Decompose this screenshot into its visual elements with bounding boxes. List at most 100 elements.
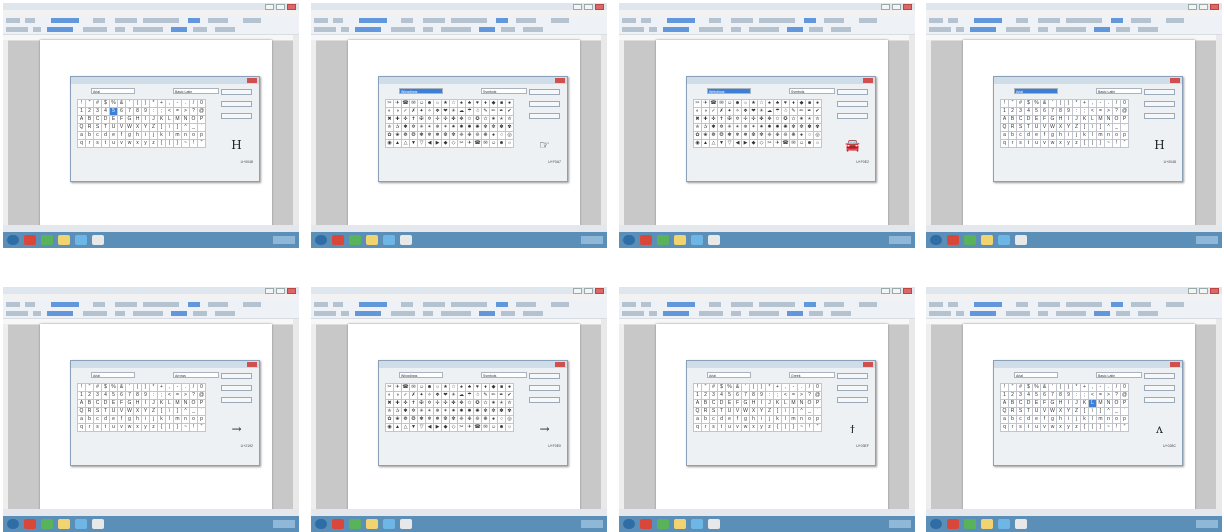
symbol-cell[interactable]: m xyxy=(1097,416,1105,424)
symbol-cell[interactable]: ♥ xyxy=(474,384,482,392)
symbol-cell[interactable]: F xyxy=(1041,116,1049,124)
symbol-cell[interactable]: ❋ xyxy=(482,416,490,424)
symbol-cell[interactable]: ★ xyxy=(750,100,758,108)
toolbar-button[interactable] xyxy=(709,18,721,23)
dialog-close-button[interactable] xyxy=(247,362,257,367)
toolbar-button[interactable] xyxy=(1066,302,1102,307)
symbol-cell[interactable]: ❃ xyxy=(726,132,734,140)
toolbar-button[interactable] xyxy=(1116,27,1130,32)
symbol-cell[interactable]: \ xyxy=(1089,124,1097,132)
symbol-cell[interactable]: M xyxy=(1097,400,1105,408)
symbol-cell[interactable]: V xyxy=(118,408,126,416)
symbol-cell[interactable]: ▼ xyxy=(410,140,418,148)
symbol-cell[interactable]: ✲ xyxy=(410,124,418,132)
symbol-cell[interactable]: C xyxy=(94,116,102,124)
symbol-cell[interactable]: 2 xyxy=(86,108,94,116)
symbol-cell[interactable]: ✷ xyxy=(758,124,766,132)
symbol-cell[interactable]: X xyxy=(1057,124,1065,132)
symbol-cell[interactable]: ❤ xyxy=(442,108,450,116)
symbol-cell[interactable]: ✺ xyxy=(474,124,482,132)
symbol-cell[interactable]: ) xyxy=(142,100,150,108)
toolbar-button[interactable] xyxy=(208,18,228,23)
font-select[interactable]: Wingdings xyxy=(399,88,443,94)
vertical-scrollbar[interactable] xyxy=(293,319,299,516)
symbol-cell[interactable]: f xyxy=(734,416,742,424)
symbol-cell[interactable]: $ xyxy=(718,384,726,392)
symbol-cell[interactable]: 7 xyxy=(742,392,750,400)
symbol-cell[interactable]: v xyxy=(118,140,126,148)
symbol-cell[interactable]: g xyxy=(126,416,134,424)
symbol-cell[interactable]: ✉ xyxy=(718,100,726,108)
symbol-cell[interactable]: ❊ xyxy=(474,416,482,424)
toolbar-button[interactable] xyxy=(1131,18,1151,23)
symbol-cell[interactable]: - xyxy=(174,100,182,108)
insert-button[interactable] xyxy=(529,89,560,95)
symbol-cell[interactable]: A xyxy=(1001,400,1009,408)
symbol-cell[interactable]: A xyxy=(1001,116,1009,124)
symbol-cell[interactable]: 5 xyxy=(726,392,734,400)
symbol-cell[interactable]: D xyxy=(102,400,110,408)
symbol-cell[interactable]: d xyxy=(718,416,726,424)
symbol-cell[interactable]: ! xyxy=(78,384,86,392)
symbol-cell[interactable]: | xyxy=(782,424,790,432)
app-icon[interactable] xyxy=(998,235,1010,245)
symbol-cell[interactable]: ☼ xyxy=(434,384,442,392)
symbol-cell[interactable]: A xyxy=(78,116,86,124)
symbol-cell[interactable]: 9 xyxy=(142,392,150,400)
symbol-cell[interactable]: ▼ xyxy=(410,424,418,432)
toolbar-button[interactable] xyxy=(423,302,445,307)
symbol-cell[interactable]: S xyxy=(94,408,102,416)
symbol-cell[interactable]: ! xyxy=(78,100,86,108)
symbol-cell[interactable]: @ xyxy=(198,108,206,116)
symbol-cell[interactable]: n xyxy=(798,416,806,424)
toolbar-button[interactable] xyxy=(1111,18,1123,23)
symbol-cell[interactable]: b xyxy=(702,416,710,424)
subset-select[interactable]: Greek xyxy=(789,372,835,378)
symbol-cell[interactable]: O xyxy=(806,400,814,408)
symbol-cell[interactable]: ✯ xyxy=(386,408,394,416)
symbol-cell[interactable]: G xyxy=(126,400,134,408)
symbol-cell[interactable]: ) xyxy=(758,384,766,392)
symbol-cell[interactable]: ) xyxy=(142,384,150,392)
toolbar-button[interactable] xyxy=(709,302,721,307)
toolbar-button[interactable] xyxy=(243,302,261,307)
symbol-cell[interactable]: o xyxy=(1113,132,1121,140)
toolbar-button[interactable] xyxy=(451,302,487,307)
symbol-cell[interactable]: r xyxy=(86,140,94,148)
symbol-cell[interactable]: ✉ xyxy=(410,100,418,108)
toolbar-button[interactable] xyxy=(956,311,964,316)
symbol-cell[interactable]: ✣ xyxy=(442,116,450,124)
symbol-cell[interactable]: h xyxy=(750,416,758,424)
app-icon[interactable] xyxy=(691,519,703,529)
symbol-cell[interactable]: F xyxy=(118,116,126,124)
symbol-cell[interactable]: > xyxy=(798,392,806,400)
symbol-cell[interactable]: ☎ xyxy=(402,384,410,392)
symbol-cell[interactable]: ❆ xyxy=(750,132,758,140)
symbol-cell[interactable]: U xyxy=(110,124,118,132)
symbol-cell[interactable]: 2 xyxy=(86,392,94,400)
symbol-cell[interactable]: ! xyxy=(694,384,702,392)
symbol-cell[interactable]: J xyxy=(150,116,158,124)
symbol-cell[interactable]: ✎ xyxy=(790,108,798,116)
symbol-cell[interactable]: % xyxy=(1033,384,1041,392)
symbol-cell[interactable]: ▽ xyxy=(726,140,734,148)
symbol-cell[interactable]: x xyxy=(1057,140,1065,148)
dialog-close-button[interactable] xyxy=(247,78,257,83)
symbol-cell[interactable]: & xyxy=(118,384,126,392)
symbol-cell[interactable]: B xyxy=(86,400,94,408)
symbol-cell[interactable]: B xyxy=(702,400,710,408)
symbol-cell[interactable]: ❇ xyxy=(758,132,766,140)
font-select[interactable]: Arial xyxy=(707,372,751,378)
symbol-cell[interactable]: , xyxy=(166,384,174,392)
symbol-cell[interactable]: H xyxy=(750,400,758,408)
symbol-cell[interactable]: _ xyxy=(190,408,198,416)
symbol-cell[interactable]: a xyxy=(1001,132,1009,140)
toolbar-button[interactable] xyxy=(1166,18,1184,23)
symbol-cell[interactable]: ♥ xyxy=(474,100,482,108)
symbol-cell[interactable]: z xyxy=(1073,140,1081,148)
toolbar-button[interactable] xyxy=(787,27,803,32)
symbol-cell[interactable]: < xyxy=(1089,392,1097,400)
symbol-cell[interactable]: z xyxy=(1073,424,1081,432)
symbol-cell[interactable]: ♠ xyxy=(458,384,466,392)
symbol-cell[interactable]: ✏ xyxy=(490,108,498,116)
